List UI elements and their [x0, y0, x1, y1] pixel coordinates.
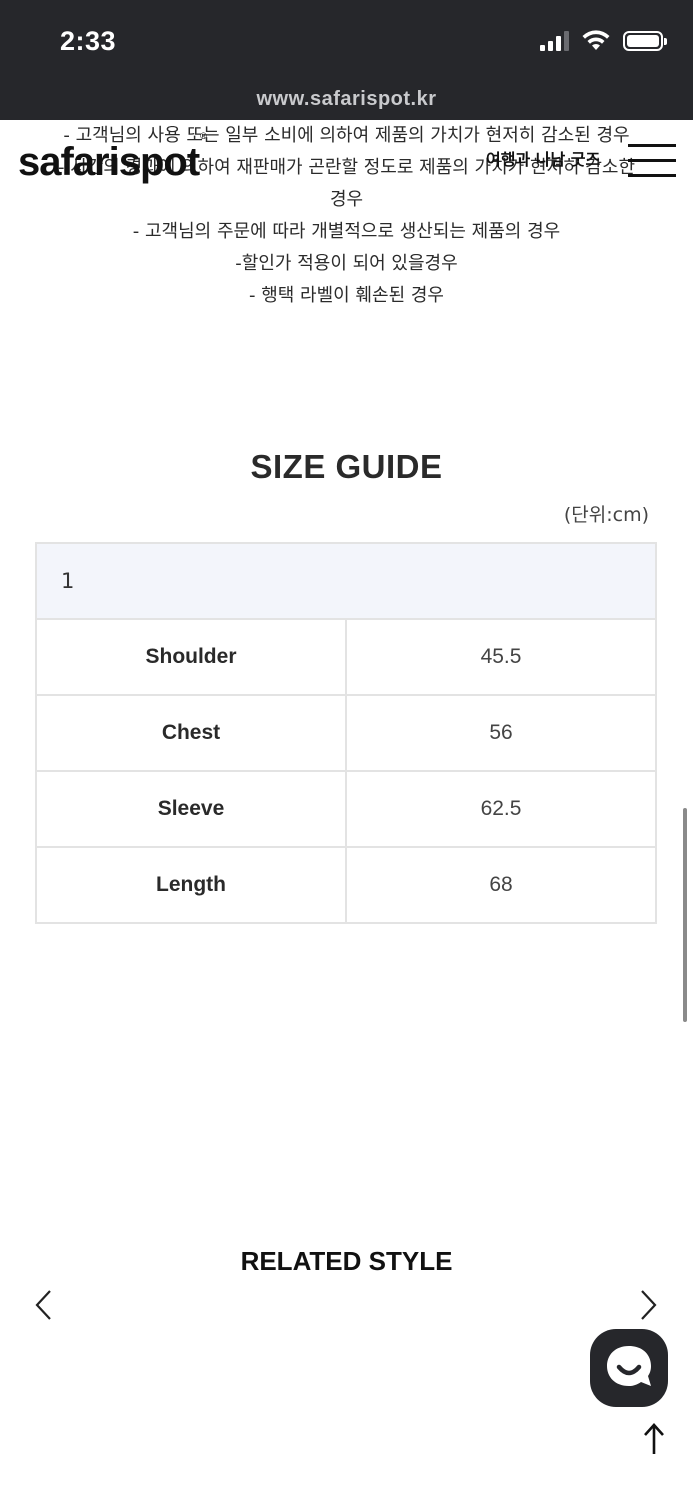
measure-label: Sleeve [35, 770, 347, 848]
size-table-header: 1 [35, 542, 657, 620]
table-row: Sleeve 62.5 [35, 770, 657, 848]
cellular-signal-icon [540, 31, 569, 51]
browser-url-bar[interactable]: www.safarispot.kr [0, 84, 693, 120]
size-guide-title: SIZE GUIDE [250, 448, 443, 485]
registered-mark: ® [200, 130, 207, 141]
url-text[interactable]: www.safarispot.kr [0, 88, 693, 111]
measure-value: 45.5 [345, 618, 657, 696]
notice-line: 경우 [329, 189, 364, 210]
measure-value: 56 [345, 694, 657, 772]
related-style-title: RELATED STYLE [240, 1246, 453, 1276]
size-option-label: 1 [35, 542, 657, 620]
battery-icon [623, 31, 667, 51]
notice-line: -할인가 적용이 되어 있을경우 [235, 253, 458, 274]
status-bar: 2:33 [0, 0, 693, 84]
chevron-left-icon[interactable] [28, 1285, 58, 1325]
chat-bubble-icon [607, 1346, 651, 1386]
page-scrollbar[interactable] [683, 808, 687, 1022]
chevron-right-icon[interactable] [634, 1285, 664, 1325]
arrow-up-icon[interactable] [636, 1420, 672, 1460]
hamburger-menu-icon[interactable] [628, 144, 676, 178]
measure-label: Shoulder [35, 618, 347, 696]
header-link[interactable]: 여행과 나남 굿즈 [486, 146, 600, 170]
measure-value: 68 [345, 846, 657, 924]
chat-button[interactable] [590, 1329, 668, 1407]
measure-label: Length [35, 846, 347, 924]
site-logo[interactable]: safarispot® [18, 131, 207, 185]
status-icons [540, 30, 667, 52]
table-row: Chest 56 [35, 694, 657, 772]
notice-line: - 고객님의 주문에 따라 개별적으로 생산되는 제품의 경우 [132, 221, 561, 242]
notice-line: - 행택 라벨이 훼손된 경우 [249, 285, 444, 306]
status-time: 2:33 [60, 26, 117, 56]
measure-value: 62.5 [345, 770, 657, 848]
size-unit: (단위:cm) [563, 504, 649, 526]
logo-text: safarispot [18, 140, 200, 184]
size-table: 1 Shoulder 45.5 Chest 56 Sleeve 62.5 Len… [35, 542, 657, 924]
wifi-icon [582, 30, 610, 50]
table-row: Shoulder 45.5 [35, 618, 657, 696]
measure-label: Chest [35, 694, 347, 772]
table-row: Length 68 [35, 846, 657, 924]
